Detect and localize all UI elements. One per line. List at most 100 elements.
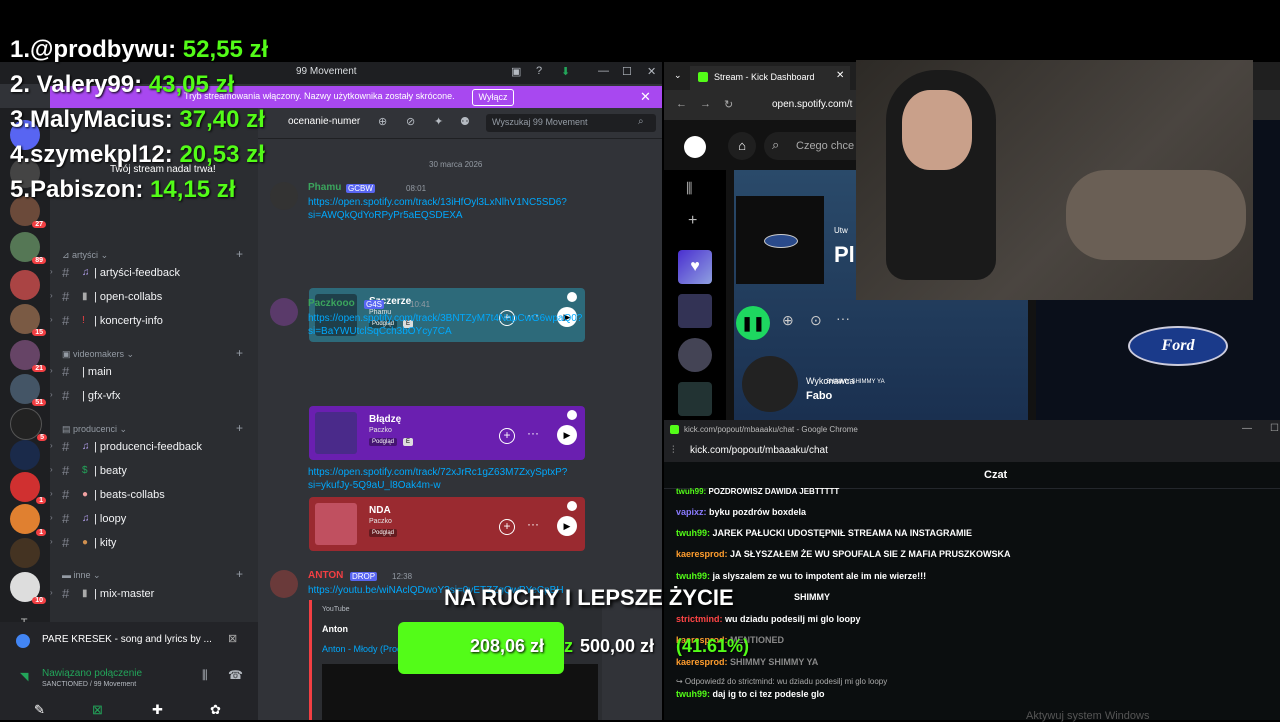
chat-message: kaeresprod: JA SŁYSZAŁEM ŻE WU SPOUFALA … xyxy=(676,549,1011,559)
url-field[interactable]: open.spotify.com/t xyxy=(772,99,852,110)
playlist-thumb[interactable] xyxy=(678,382,712,416)
message-link[interactable]: https://open.spotify.com/track/72xJrRc1g… xyxy=(308,466,608,492)
create-icon[interactable]: + xyxy=(688,212,697,230)
channel-item[interactable]: › # ● | beats-collabs xyxy=(50,486,258,506)
playlist-thumb[interactable] xyxy=(678,294,712,328)
mute-channel-icon[interactable]: ⊘ xyxy=(406,115,415,128)
add-icon[interactable]: + xyxy=(499,519,515,535)
server-icon[interactable] xyxy=(10,538,40,568)
track-artist[interactable]: Paczko xyxy=(369,427,392,434)
spotify-search[interactable]: ⌕ Czego chce xyxy=(764,132,864,160)
track-title[interactable]: Błądzę xyxy=(369,414,401,425)
reload-icon[interactable]: ↻ xyxy=(724,98,733,111)
channel-item[interactable]: › # $ | beaty xyxy=(50,462,258,482)
maximize-icon[interactable]: ☐ xyxy=(1270,423,1279,434)
more-icon[interactable]: ··· xyxy=(527,517,539,531)
server-icon[interactable]: 5 xyxy=(10,408,47,441)
mute-icon[interactable]: ✎ xyxy=(34,702,45,718)
message-author[interactable]: ANTON xyxy=(308,570,343,581)
server-icon[interactable]: 21 xyxy=(10,340,46,372)
artist-name[interactable]: Fabo xyxy=(806,390,832,402)
members-icon[interactable]: ⚉ xyxy=(460,115,470,128)
add-channel-icon[interactable]: + xyxy=(236,567,243,581)
server-icon[interactable]: 51 xyxy=(10,374,46,406)
library-icon[interactable]: ⫼ xyxy=(686,180,692,197)
artist-avatar[interactable] xyxy=(742,356,798,412)
server-icon[interactable]: 1 xyxy=(10,472,46,504)
avatar[interactable] xyxy=(270,182,298,210)
couch xyxy=(1066,170,1246,260)
avatar[interactable] xyxy=(270,298,298,326)
message-link[interactable]: https://open.spotify.com/track/3BNTZyM7t… xyxy=(308,312,608,338)
add-channel-icon[interactable]: + xyxy=(236,247,243,261)
close-icon[interactable]: ✕ xyxy=(647,65,656,78)
activity-icon[interactable]: ⊠ xyxy=(228,632,237,645)
spotify-icon[interactable] xyxy=(684,136,706,158)
message-link[interactable]: https://open.spotify.com/track/13iHfOyl3… xyxy=(308,196,608,222)
download-icon[interactable]: ⬇ xyxy=(561,65,570,78)
track-title[interactable]: NDA xyxy=(369,505,391,516)
server-icon[interactable]: 1 xyxy=(10,504,46,536)
category-artysci[interactable]: ⊿ artyści ⌄ xyxy=(62,250,108,261)
channel-item[interactable]: › # | gfx-vfx xyxy=(50,387,258,407)
inbox-icon[interactable]: ▣ xyxy=(511,65,521,78)
category-videomakers[interactable]: ▣ videomakers ⌄ xyxy=(62,349,134,360)
add-channel-icon[interactable]: + xyxy=(236,346,243,360)
add-icon[interactable]: ⊕ xyxy=(782,312,794,329)
artist-thumb[interactable] xyxy=(678,338,712,372)
channel-item[interactable]: › # | main xyxy=(50,363,258,383)
message-author[interactable]: Phamu xyxy=(308,182,341,193)
channel-item[interactable]: › # ♫ | producenci-feedback xyxy=(50,438,258,458)
channel-item[interactable]: › #! | koncerty-info xyxy=(50,312,258,332)
screen-share-icon[interactable]: ⊠ xyxy=(92,702,103,718)
home-icon[interactable]: ⌂ xyxy=(728,132,756,160)
apps-icon[interactable]: ✚ xyxy=(152,702,163,718)
message-author[interactable]: Paczkooo xyxy=(308,298,355,309)
download-icon[interactable]: ⊙ xyxy=(810,312,822,329)
channel-item[interactable]: › # ▮ | mix-master xyxy=(50,585,258,605)
minimize-icon[interactable]: — xyxy=(1242,423,1252,434)
more-icon[interactable]: ··· xyxy=(836,310,850,326)
pin-icon[interactable]: ✦ xyxy=(434,115,443,128)
add-icon[interactable]: + xyxy=(499,428,515,444)
channel-item[interactable]: › # ● | kity xyxy=(50,534,258,554)
category-producenci[interactable]: ▤ producenci ⌄ xyxy=(62,424,127,435)
tab-kick-dashboard[interactable]: Stream - Kick Dashboard ✕ xyxy=(690,66,850,90)
disconnect-icon[interactable]: ☎ xyxy=(228,668,243,682)
category-inne[interactable]: ▬ inne ⌄ xyxy=(62,570,101,581)
server-icon[interactable]: 89 xyxy=(10,232,46,264)
chat-url[interactable]: kick.com/popout/mbaaaku/chat xyxy=(690,445,828,456)
site-info-icon[interactable]: ⫶ xyxy=(672,445,675,456)
server-icon[interactable]: 10 xyxy=(10,572,46,604)
server-icon[interactable] xyxy=(10,440,40,470)
minimize-icon[interactable]: — xyxy=(598,65,609,77)
disable-streamer-mode-button[interactable]: Wyłącz xyxy=(472,89,514,106)
performer-overlay: SHIMMY SHIMMY YA xyxy=(826,379,885,385)
tab-list-icon[interactable]: ⌄ xyxy=(674,70,682,81)
liked-songs-icon[interactable]: ♥ xyxy=(678,250,712,284)
more-icon[interactable]: ··· xyxy=(527,426,539,440)
channel-item[interactable]: › # ▮ | open-collabs xyxy=(50,288,258,308)
search-input[interactable]: Wyszukaj 99 Movement ⌕ xyxy=(486,114,656,132)
banner-close-icon[interactable]: ✕ xyxy=(640,89,651,105)
play-button[interactable]: ▶ xyxy=(557,425,577,445)
threads-icon[interactable]: ⊕ xyxy=(378,115,387,128)
server-icon[interactable] xyxy=(10,270,40,300)
pause-button[interactable]: ❚❚ xyxy=(736,306,770,340)
tab-close-icon[interactable]: ✕ xyxy=(836,70,844,81)
track-artist[interactable]: Paczko xyxy=(369,518,392,525)
waveform-icon[interactable]: ⫼ xyxy=(202,668,208,683)
maximize-icon[interactable]: ☐ xyxy=(622,65,632,78)
soundboard-icon[interactable]: ✿ xyxy=(210,702,221,718)
add-channel-icon[interactable]: + xyxy=(236,421,243,435)
help-icon[interactable]: ? xyxy=(536,65,542,77)
forward-icon[interactable]: → xyxy=(700,98,711,110)
channel-item[interactable]: › # ♫ | loopy xyxy=(50,510,258,530)
server-icon[interactable]: 15 xyxy=(10,304,46,336)
channel-item[interactable]: › # ♫ | artyści-feedback xyxy=(50,264,258,284)
spotify-library: ⫼ + ♥ xyxy=(664,170,726,420)
avatar[interactable] xyxy=(270,570,298,598)
play-button[interactable]: ▶ xyxy=(557,516,577,536)
back-icon[interactable]: ← xyxy=(676,98,687,110)
embed-channel[interactable]: Anton xyxy=(322,624,348,634)
